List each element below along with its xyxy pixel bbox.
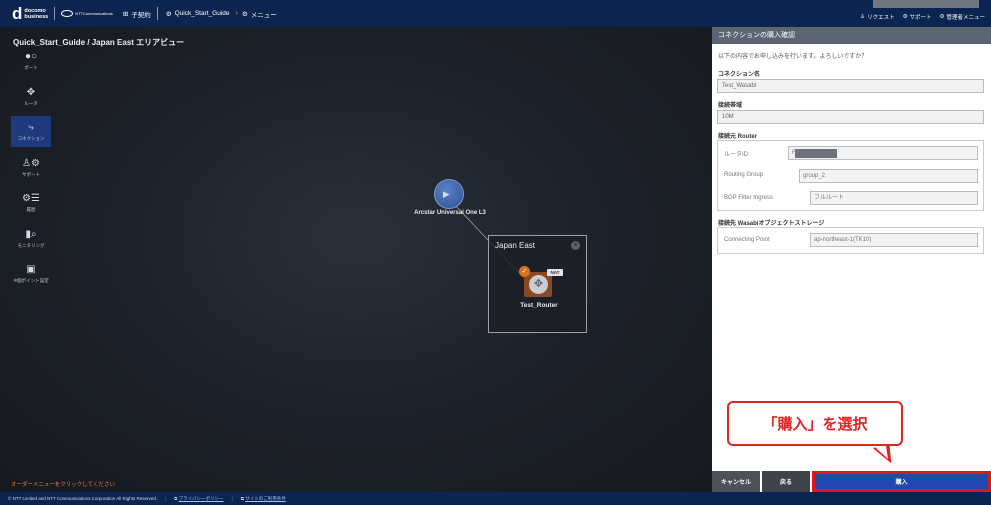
- contract-tree-icon: ⊞: [122, 10, 129, 18]
- router-id-label: ルータID: [724, 152, 749, 158]
- admin-gear-icon: ⚙: [939, 14, 945, 20]
- close-icon[interactable]: ×: [571, 241, 580, 250]
- footer-divider: |: [164, 496, 167, 501]
- connection-name-field: Test_Wasabi: [717, 79, 984, 93]
- terms-link[interactable]: ⧉ サイトのご利用条件: [241, 496, 286, 502]
- storage-group-box: Connecting Point ap-northeast-1(TK10): [717, 227, 984, 254]
- docomo-business-logo[interactable]: d docomo business: [0, 0, 48, 27]
- divider: [156, 7, 158, 20]
- area-japan-east[interactable]: Japan East × ✥ ✓ NAT Test_Router: [488, 235, 587, 333]
- connecting-point-field: ap-northeast-1(TK10): [810, 233, 978, 247]
- panel-header: コネクションの購入確認: [712, 27, 991, 44]
- request-link[interactable]: ♙ リクエスト: [860, 13, 894, 21]
- privacy-link-text[interactable]: プライバシーポリシー: [179, 496, 224, 501]
- external-link-icon: ⧉: [240, 495, 244, 501]
- contract-link[interactable]: ⊞ 子契約: [123, 9, 151, 19]
- terms-link-text[interactable]: サイトのご利用条件: [245, 496, 286, 501]
- router-section-label: 接続元 Router: [718, 134, 758, 140]
- router-label: Test_Router: [520, 302, 558, 309]
- chevron-right-icon: ›: [235, 10, 238, 17]
- project-label: Quick_Start_Guide: [174, 10, 230, 17]
- link-lines: [454, 204, 538, 293]
- panel-button-bar: キャンセル 戻る 購入: [712, 471, 991, 492]
- footer-divider: |: [231, 496, 233, 501]
- brand-line2: business: [24, 13, 49, 20]
- order-menu-hint: オーダーメニューをクリックしてください: [11, 482, 115, 488]
- menu-label: メニュー: [250, 11, 277, 19]
- back-button[interactable]: 戻る: [762, 471, 810, 492]
- check-icon: ✓: [519, 266, 530, 277]
- arcstar-cloud-label: Arcstar Universal One L3: [414, 210, 486, 216]
- request-label: リクエスト: [867, 15, 895, 21]
- bgp-filter-field: フルルート: [810, 191, 978, 205]
- privacy-link[interactable]: ⧉ プライバシーポリシー: [174, 496, 223, 502]
- nat-badge: NAT: [547, 269, 563, 276]
- external-link-icon: ⧉: [174, 495, 178, 501]
- ntt-logo: NTTCommunications: [61, 10, 113, 17]
- menu-gear-icon: ⚙: [241, 10, 248, 18]
- divider: [54, 7, 56, 20]
- footer: © NTT Limited and NTT Communications Cor…: [0, 492, 991, 505]
- instruction-callout: 「購入」を選択: [727, 401, 903, 446]
- bgp-filter-label: BGP Filter Ingress: [724, 195, 773, 201]
- callout-text: 「購入」を選択: [762, 416, 868, 433]
- bandwidth-label: 接続帯域: [718, 103, 743, 109]
- area-title: Japan East: [495, 241, 536, 250]
- menu-link[interactable]: ⚙ メニュー: [242, 9, 277, 19]
- router-icon: ✥: [529, 275, 548, 294]
- globe-icon: ▸: [443, 186, 450, 201]
- ntt-ring-icon: [61, 10, 74, 17]
- topology-canvas[interactable]: Quick_Start_Guide / Japan East エリアビュー ●○…: [0, 27, 712, 492]
- copyright-text: © NTT Limited and NTT Communications Cor…: [8, 496, 157, 501]
- routing-group-label: Routing Group: [724, 172, 764, 178]
- contract-label: 子契約: [131, 11, 151, 19]
- router-group-box: ルータID F Routing Group group_2 BGP Filter…: [717, 140, 984, 211]
- panel-intro: 以下の内容でお申し込みを行います。よろしいですか？: [718, 54, 868, 60]
- cancel-button[interactable]: キャンセル: [712, 471, 760, 492]
- connection-name-label: コネクション名: [718, 72, 761, 78]
- project-gear-icon: ⚙: [165, 10, 172, 18]
- support-label: サポート: [909, 15, 932, 21]
- masked-router-id: [795, 149, 837, 158]
- routing-group-field: group_2: [799, 169, 978, 183]
- top-bar: d docomo business NTTCommunications ⊞ 子契…: [0, 0, 991, 27]
- storage-section-label: 接続先 Wasabiオブジェクトストレージ: [718, 221, 825, 227]
- support-link[interactable]: ⚙ サポート: [903, 13, 932, 21]
- admin-menu-link[interactable]: ⚙ 管理者メニュー: [940, 13, 985, 21]
- support-gear-icon: ⚙: [902, 14, 908, 20]
- buy-button[interactable]: 購入: [812, 471, 991, 492]
- user-icon: ♙: [860, 14, 866, 20]
- connecting-point-label: Connecting Point: [724, 237, 770, 243]
- project-link[interactable]: ⚙ Quick_Start_Guide: [166, 10, 230, 18]
- ntt-text: NTTCommunications: [75, 11, 113, 16]
- bandwidth-field: 10M: [717, 110, 984, 124]
- router-id-field: F: [788, 146, 978, 160]
- brand-mark: d: [12, 4, 23, 23]
- admin-menu-label: 管理者メニュー: [946, 15, 985, 21]
- masked-area: [873, 0, 979, 8]
- arcstar-cloud-node[interactable]: ▸: [434, 179, 464, 209]
